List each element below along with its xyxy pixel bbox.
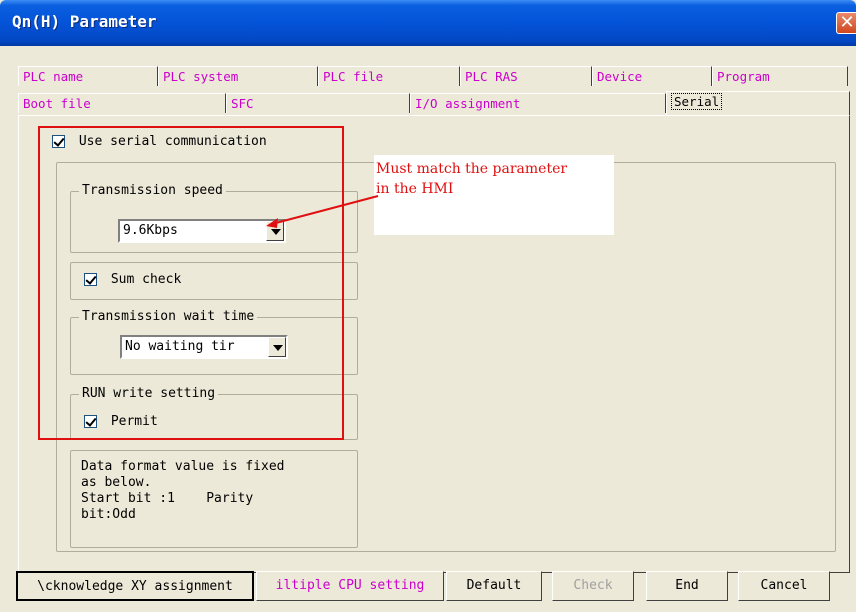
- tab-boot-file[interactable]: Boot file: [18, 93, 226, 113]
- highlight-box: [38, 126, 344, 440]
- default-button[interactable]: Default: [446, 571, 542, 601]
- multiple-cpu-button[interactable]: iltiple CPU setting: [256, 571, 444, 601]
- tab-device[interactable]: Device: [592, 66, 712, 86]
- tab-serial[interactable]: Serial: [666, 91, 850, 116]
- annotation-line-2: in the HMI: [376, 181, 454, 197]
- tab-sfc[interactable]: SFC: [226, 93, 410, 113]
- check-button[interactable]: Check: [552, 571, 634, 601]
- window-title: Qn(H) Parameter: [12, 12, 157, 31]
- end-button[interactable]: End: [646, 571, 728, 601]
- tab-plc-system[interactable]: PLC system: [158, 66, 318, 86]
- data-format-text: Data format value is fixed as below. Sta…: [81, 459, 285, 522]
- tab-plc-ras[interactable]: PLC RAS: [460, 66, 592, 86]
- tab-plc-file[interactable]: PLC file: [318, 66, 460, 86]
- data-format-box: Data format value is fixed as below. Sta…: [70, 450, 358, 548]
- close-icon[interactable]: ✕: [836, 12, 856, 34]
- cancel-button[interactable]: Cancel: [738, 571, 830, 601]
- tab-plc-name[interactable]: PLC name: [18, 66, 158, 86]
- title-bar[interactable]: Qn(H) Parameter ✕: [0, 0, 856, 46]
- annotation-line-1: Must match the parameter: [376, 161, 568, 177]
- acknowledge-xy-button[interactable]: \cknowledge XY assignment: [16, 571, 254, 601]
- annotation-callout: Must match the parameter in the HMI: [374, 155, 614, 235]
- tab-io-assignment[interactable]: I/O assignment: [410, 93, 666, 113]
- tab-program[interactable]: Program: [712, 66, 848, 86]
